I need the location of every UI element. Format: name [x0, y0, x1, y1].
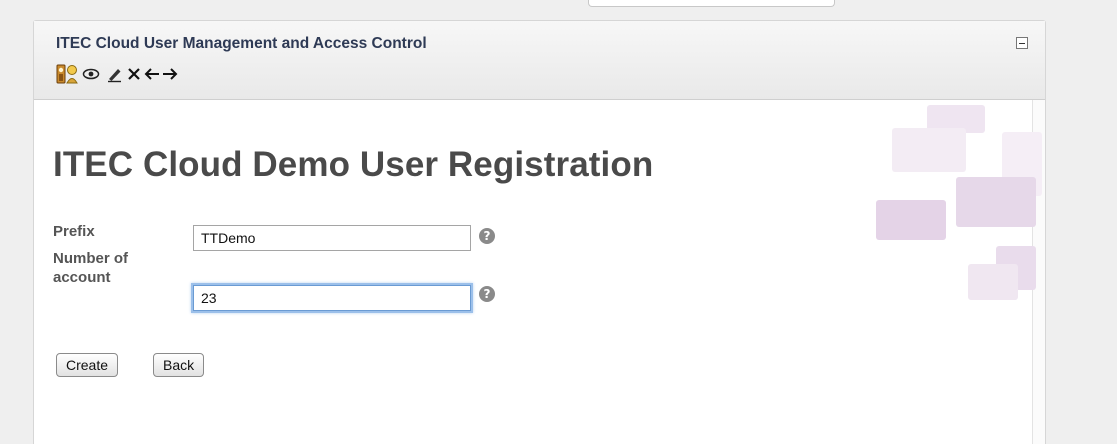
panel-title: ITEC Cloud User Management and Access Co… [56, 35, 427, 52]
decorative-shape [968, 264, 1018, 300]
number-of-account-label: Number of account [53, 249, 128, 287]
number-of-account-input[interactable] [193, 285, 471, 311]
edit-icon[interactable] [106, 63, 124, 85]
arrow-left-icon[interactable] [144, 63, 160, 85]
toolbar [56, 62, 180, 86]
back-button[interactable]: Back [153, 353, 205, 377]
create-button[interactable]: Create [56, 353, 119, 377]
minus-icon [1019, 42, 1025, 44]
panel-header: ITEC Cloud User Management and Access Co… [34, 21, 1045, 100]
decorative-shape [892, 128, 966, 172]
view-icon[interactable] [82, 63, 100, 85]
user-profile-icon[interactable] [56, 63, 80, 85]
collapse-button[interactable] [1016, 37, 1028, 49]
form-content: ITEC Cloud Demo User Registration Prefix… [34, 100, 1042, 444]
page-title: ITEC Cloud Demo User Registration [53, 145, 654, 184]
number-help-icon[interactable]: ? [479, 286, 495, 302]
number-of-account-label-line2: account [53, 269, 111, 286]
top-tab [588, 0, 835, 7]
decorative-shape [876, 200, 946, 240]
delete-icon[interactable] [126, 63, 142, 85]
number-of-account-label-line1: Number of [53, 250, 128, 267]
portlet-panel: ITEC Cloud User Management and Access Co… [33, 20, 1046, 444]
arrow-right-icon[interactable] [162, 63, 178, 85]
prefix-label: Prefix [53, 223, 95, 240]
decorative-shape [956, 177, 1036, 227]
prefix-help-icon[interactable]: ? [479, 228, 495, 244]
prefix-input[interactable] [193, 225, 471, 251]
